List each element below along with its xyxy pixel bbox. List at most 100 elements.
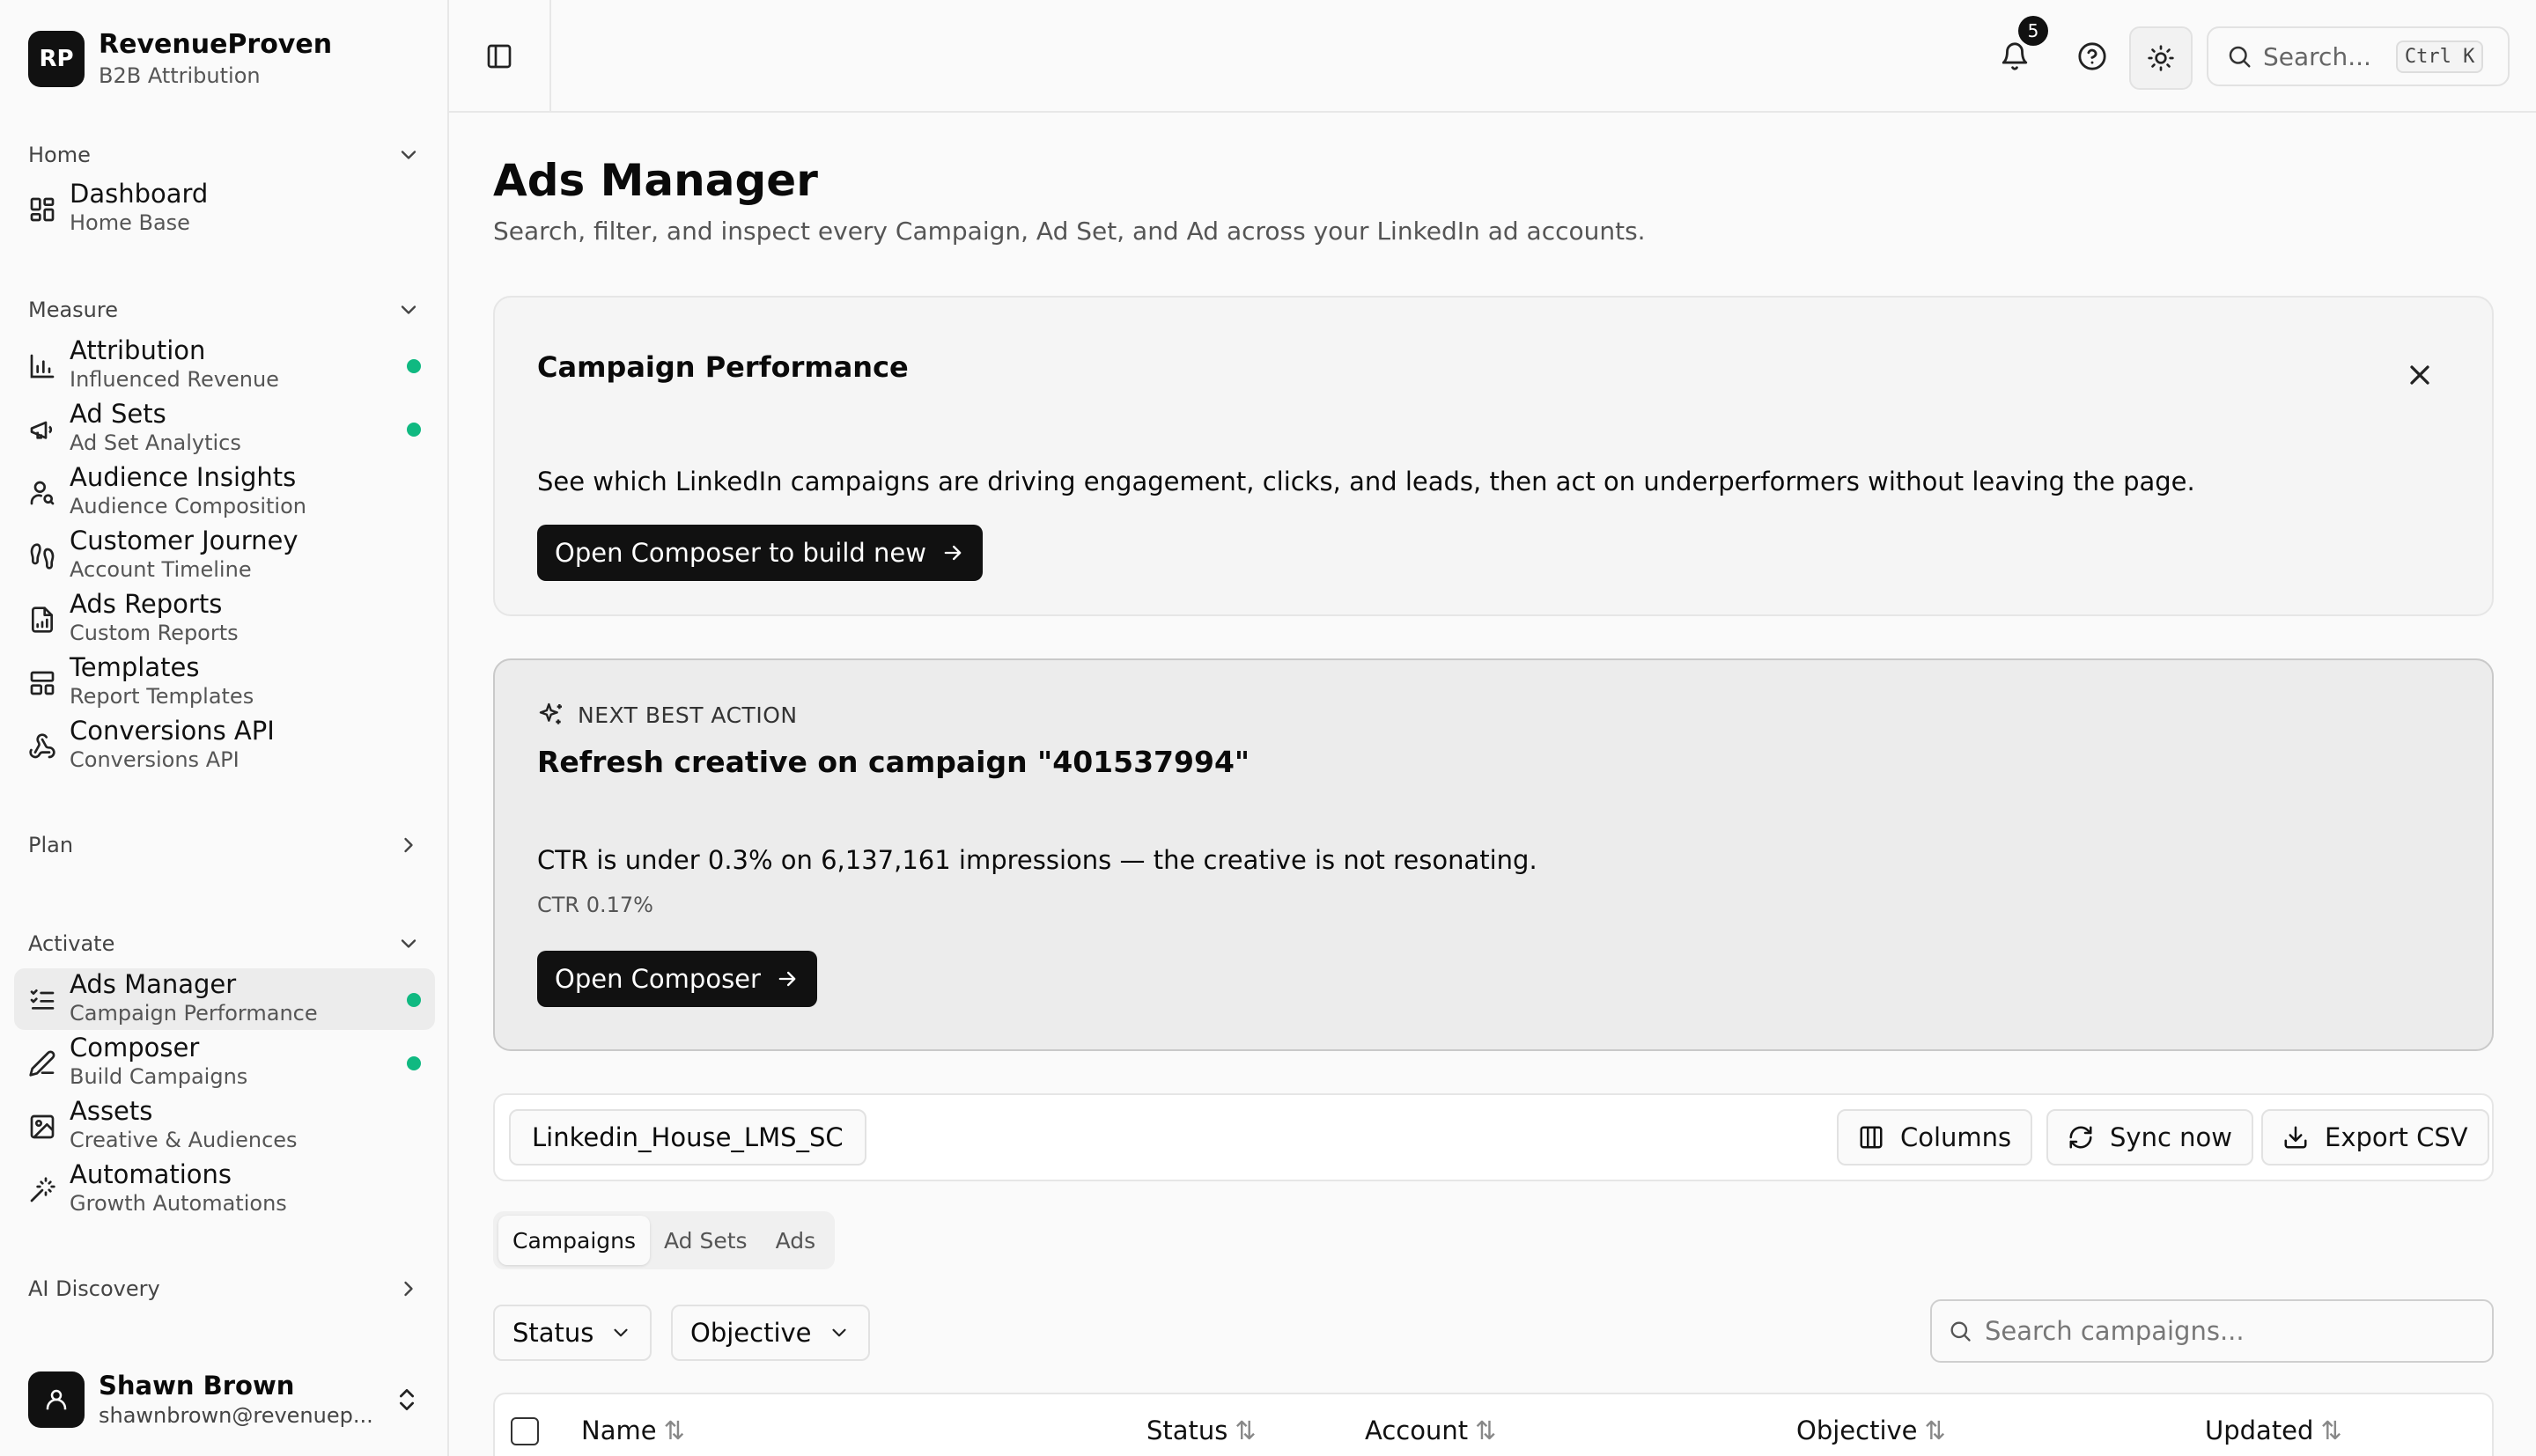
download-icon <box>2284 1126 2307 1149</box>
sidebar-item-ad-sets[interactable]: Ad Sets Ad Set Analytics <box>14 398 435 460</box>
sidebar-item-sublabel: Influenced Revenue <box>70 367 279 392</box>
user-email: shawnbrown@revenuep... <box>99 1403 373 1428</box>
chevron-down-icon <box>831 1328 846 1337</box>
sort-icon: ⇅ <box>663 1416 685 1445</box>
sidebar-item-attribution[interactable]: Attribution Influenced Revenue <box>14 335 435 396</box>
chevron-down-icon <box>401 151 417 159</box>
tab-campaigns[interactable]: Campaigns <box>498 1216 651 1265</box>
wand-icon <box>30 1177 55 1202</box>
group-home-label: Home <box>28 143 91 167</box>
theme-toggle-button[interactable] <box>2129 26 2193 90</box>
sidebar-item-automations[interactable]: Automations Growth Automations <box>14 1158 435 1220</box>
sync-now-button[interactable]: Sync now <box>2046 1109 2253 1166</box>
export-csv-button[interactable]: Export CSV <box>2261 1109 2489 1166</box>
column-label: Updated <box>2205 1416 2314 1445</box>
sidebar-item-sublabel: Growth Automations <box>70 1191 287 1216</box>
chevron-right-icon <box>404 837 413 853</box>
column-header-name[interactable]: Name ⇅ <box>581 1416 685 1445</box>
sun-icon <box>2148 45 2174 71</box>
select-all-checkbox[interactable] <box>511 1417 539 1445</box>
refresh-icon <box>2069 1126 2092 1149</box>
column-header-updated[interactable]: Updated ⇅ <box>2205 1416 2342 1445</box>
bell-icon <box>2002 42 2028 70</box>
sidebar-item-templates[interactable]: Templates Report Templates <box>14 651 435 713</box>
open-composer-button[interactable]: Open Composer <box>537 951 817 1007</box>
sidebar-item-label: Composer <box>70 1033 200 1063</box>
user-icon <box>46 1389 67 1410</box>
arrow-right-icon <box>944 545 962 561</box>
bar-chart-icon <box>30 354 55 379</box>
column-label: Status <box>1146 1416 1228 1445</box>
sidebar-item-sublabel: Ad Set Analytics <box>70 430 241 455</box>
account-selector[interactable]: Linkedin_House_LMS_SC <box>509 1109 866 1166</box>
campaigns-table: Name ⇅ Status ⇅ Account ⇅ Objective ⇅ Update… <box>493 1393 2494 1456</box>
user-menu[interactable]: Shawn Brown shawnbrown@revenuep... <box>28 1370 421 1430</box>
sidebar-item-composer[interactable]: Composer Build Campaigns <box>14 1032 435 1093</box>
campaign-search-input[interactable]: Search campaigns... <box>1930 1299 2494 1363</box>
help-circle-icon <box>2078 42 2106 70</box>
sidebar-item-assets[interactable]: Assets Creative & Audiences <box>14 1095 435 1157</box>
image-icon <box>30 1114 55 1139</box>
account-toolbar: Linkedin_House_LMS_SC Columns Sync now E… <box>493 1093 2494 1181</box>
search-placeholder: Search... <box>2263 41 2371 71</box>
notifications-button[interactable]: 5 <box>1994 16 2048 77</box>
column-label: Objective <box>1796 1416 1918 1445</box>
footprints-icon <box>30 543 55 570</box>
global-search[interactable]: Search... Ctrl K <box>2207 26 2510 86</box>
page-title: Ads Manager <box>493 155 818 206</box>
card-title: Campaign Performance <box>537 350 909 384</box>
sidebar-item-sublabel: Campaign Performance <box>70 1001 318 1026</box>
status-dot <box>407 423 421 437</box>
group-plan[interactable]: Plan <box>28 829 421 861</box>
sidebar-item-audience-insights[interactable]: Audience Insights Audience Composition <box>14 461 435 523</box>
sidebar-item-conversions-api[interactable]: Conversions API Conversions API <box>14 715 435 776</box>
brand-logo: RP <box>28 31 85 87</box>
filter-label: Status <box>512 1318 594 1348</box>
brand-name: RevenueProven <box>99 29 333 60</box>
sidebar-item-sublabel: Custom Reports <box>70 621 239 645</box>
sidebar-item-label: Ads Manager <box>70 969 237 999</box>
sidebar-item-dashboard[interactable]: Dashboard Home Base <box>14 178 435 239</box>
columns-button[interactable]: Columns <box>1837 1109 2033 1166</box>
status-filter[interactable]: Status <box>493 1305 652 1361</box>
entity-tabs: Campaigns Ad Sets Ads <box>493 1211 836 1269</box>
sidebar-item-ads-reports[interactable]: Ads Reports Custom Reports <box>14 588 435 650</box>
group-activate[interactable]: Activate <box>28 928 421 960</box>
column-header-account[interactable]: Account ⇅ <box>1365 1416 1496 1445</box>
sidebar-item-sublabel: Account Timeline <box>70 557 252 582</box>
layout-icon <box>30 671 55 695</box>
help-button[interactable] <box>2071 35 2113 77</box>
filter-label: Objective <box>690 1318 812 1348</box>
group-ai-discovery-label: AI Discovery <box>28 1276 160 1301</box>
button-label: Sync now <box>2110 1122 2232 1152</box>
sidebar-item-label: Customer Journey <box>70 526 299 555</box>
status-dot <box>407 359 421 373</box>
column-header-status[interactable]: Status ⇅ <box>1146 1416 1257 1445</box>
search-placeholder: Search campaigns... <box>1985 1316 2245 1346</box>
button-label: Open Composer to build new <box>555 538 926 568</box>
nba-title: Refresh creative on campaign "401537994" <box>537 745 1250 779</box>
objective-filter[interactable]: Objective <box>671 1305 870 1361</box>
list-check-icon <box>30 989 55 1010</box>
group-measure[interactable]: Measure <box>28 294 421 326</box>
sidebar-item-sublabel: Home Base <box>70 210 190 235</box>
brand[interactable]: RP RevenueProven B2B Attribution <box>28 28 332 90</box>
grid-icon <box>30 197 55 222</box>
column-header-objective[interactable]: Objective ⇅ <box>1796 1416 1946 1445</box>
tab-ads[interactable]: Ads <box>762 1216 830 1265</box>
group-home[interactable]: Home <box>28 139 421 171</box>
sidebar-item-ads-manager[interactable]: Ads Manager Campaign Performance <box>14 968 435 1030</box>
group-ai-discovery[interactable]: AI Discovery <box>28 1273 421 1305</box>
chevron-right-icon <box>404 1281 413 1297</box>
close-icon[interactable] <box>2404 359 2436 391</box>
sort-icon: ⇅ <box>2320 1416 2342 1445</box>
sidebar-item-label: Conversions API <box>70 716 275 746</box>
open-composer-build-button[interactable]: Open Composer to build new <box>537 525 983 581</box>
sidebar-item-customer-journey[interactable]: Customer Journey Account Timeline <box>14 525 435 586</box>
nba-description: CTR is under 0.3% on 6,137,161 impressio… <box>537 845 1537 875</box>
webhook-icon <box>29 733 55 759</box>
tab-ad-sets[interactable]: Ad Sets <box>650 1216 762 1265</box>
sidebar-toggle-button[interactable] <box>449 0 551 113</box>
sidebar-item-label: Templates <box>70 652 200 682</box>
search-shortcut: Ctrl K <box>2395 40 2484 73</box>
